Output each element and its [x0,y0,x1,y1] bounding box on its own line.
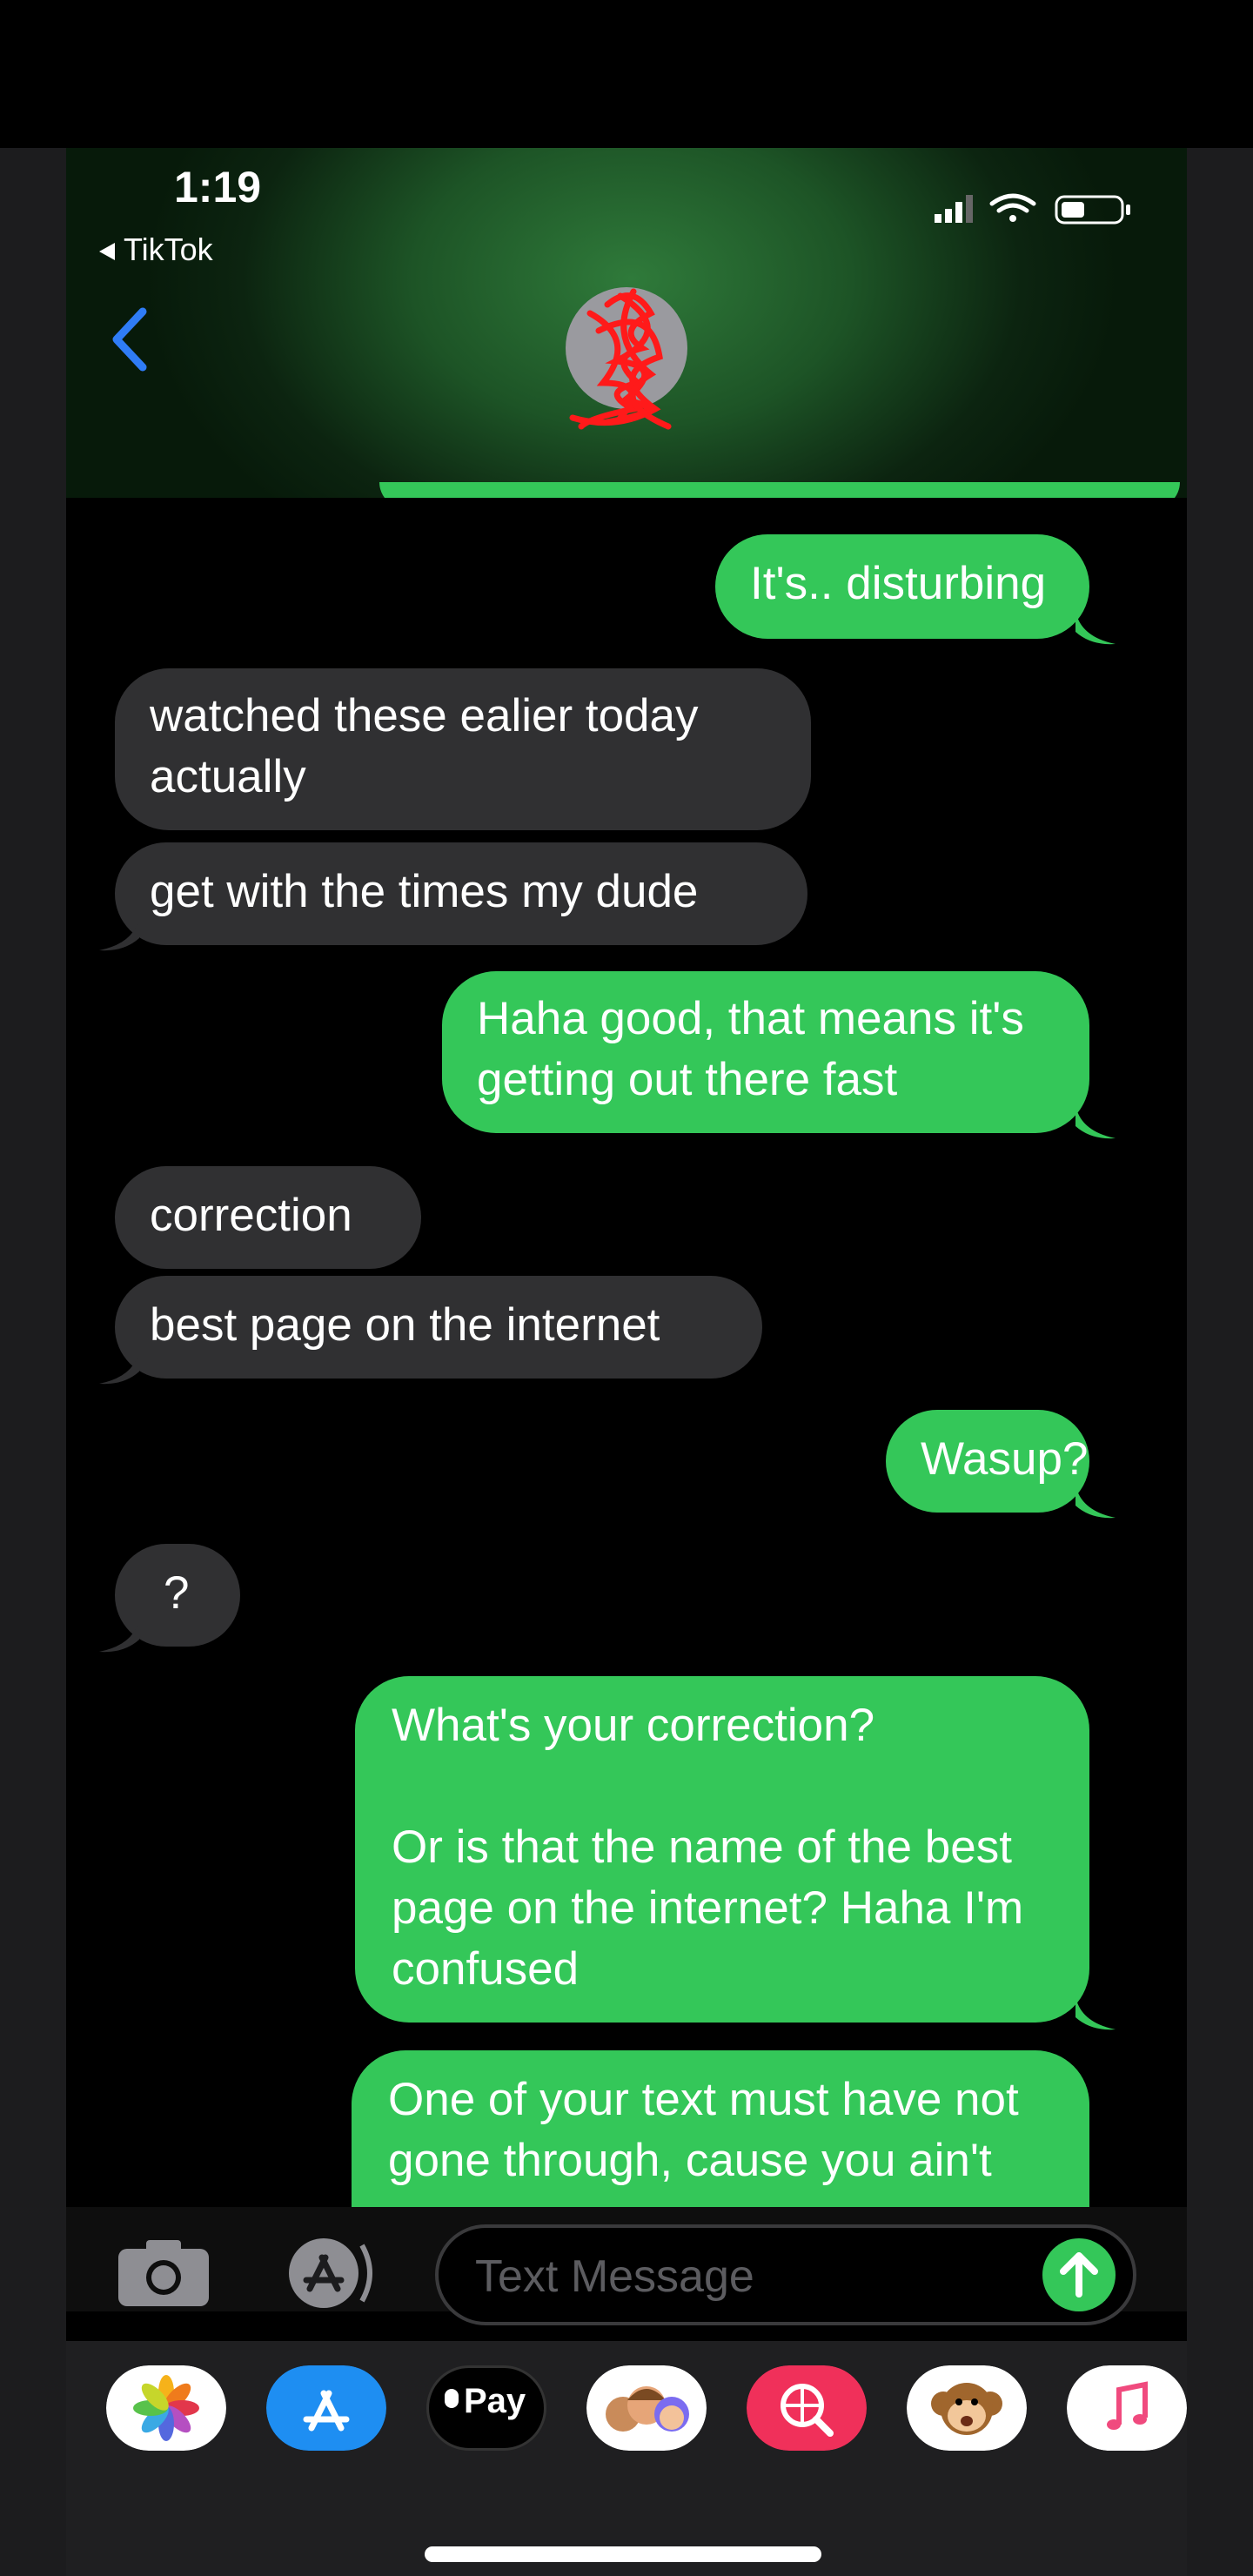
contact-avatar[interactable] [555,278,703,435]
status-time: 1:19 [174,163,262,211]
sent-message[interactable]: Wasup? [886,1410,1089,1513]
home-indicator[interactable] [425,2546,821,2562]
bubble-tail [1075,1996,1116,2030]
bubble-tail [1075,1485,1116,1519]
memoji-icon[interactable] [586,2365,707,2451]
bubble-tail [1075,611,1116,645]
message-input[interactable]: Text Message [435,2224,1136,2325]
received-message[interactable]: best page on the internet [115,1276,762,1379]
app-store-icon[interactable] [266,2365,386,2451]
web-search-icon[interactable] [747,2365,867,2451]
bubble-tail [99,917,139,951]
photos-icon[interactable] [106,2365,226,2451]
back-to-app-link[interactable]: TikTok [99,231,213,268]
sent-message[interactable]: It's.. disturbing [715,534,1089,639]
left-letterbox [0,148,66,2576]
received-message[interactable]: correction [115,1166,421,1269]
conversation-header: 1:19 TikTok [66,148,1187,498]
right-letterbox [1187,148,1253,2576]
animoji-monkey-icon[interactable] [907,2365,1027,2451]
wifi-icon [989,193,1036,222]
received-message[interactable]: watched these ealier today actually [115,668,811,830]
bubble-tail [99,1619,139,1653]
sent-message[interactable]: Haha good, that means it's getting out t… [442,971,1089,1133]
back-app-label: TikTok [124,231,213,267]
received-message[interactable]: get with the times my dude [115,842,807,945]
signal-icon [935,195,973,223]
battery-icon [1055,195,1130,225]
status-icons [935,193,1130,225]
sent-message-edge [379,482,1180,498]
apple-pay-label: Pay [464,2382,526,2420]
bubble-tail [1075,1105,1116,1139]
back-triangle-icon [99,243,115,261]
bubble-tail [99,1351,139,1385]
message-input-placeholder: Text Message [475,2251,754,2302]
back-chevron-icon[interactable] [104,305,157,374]
music-icon[interactable] [1067,2365,1187,2451]
camera-icon[interactable] [117,2237,211,2308]
apple-pay-icon[interactable]: Pay [426,2365,546,2451]
messages-screen: It's.. disturbing watched these ealier t… [66,148,1187,2576]
send-button[interactable] [1042,2238,1116,2311]
app-store-button-icon[interactable] [271,2233,379,2313]
sent-message[interactable]: What's your correction? Or is that the n… [355,1676,1089,2023]
